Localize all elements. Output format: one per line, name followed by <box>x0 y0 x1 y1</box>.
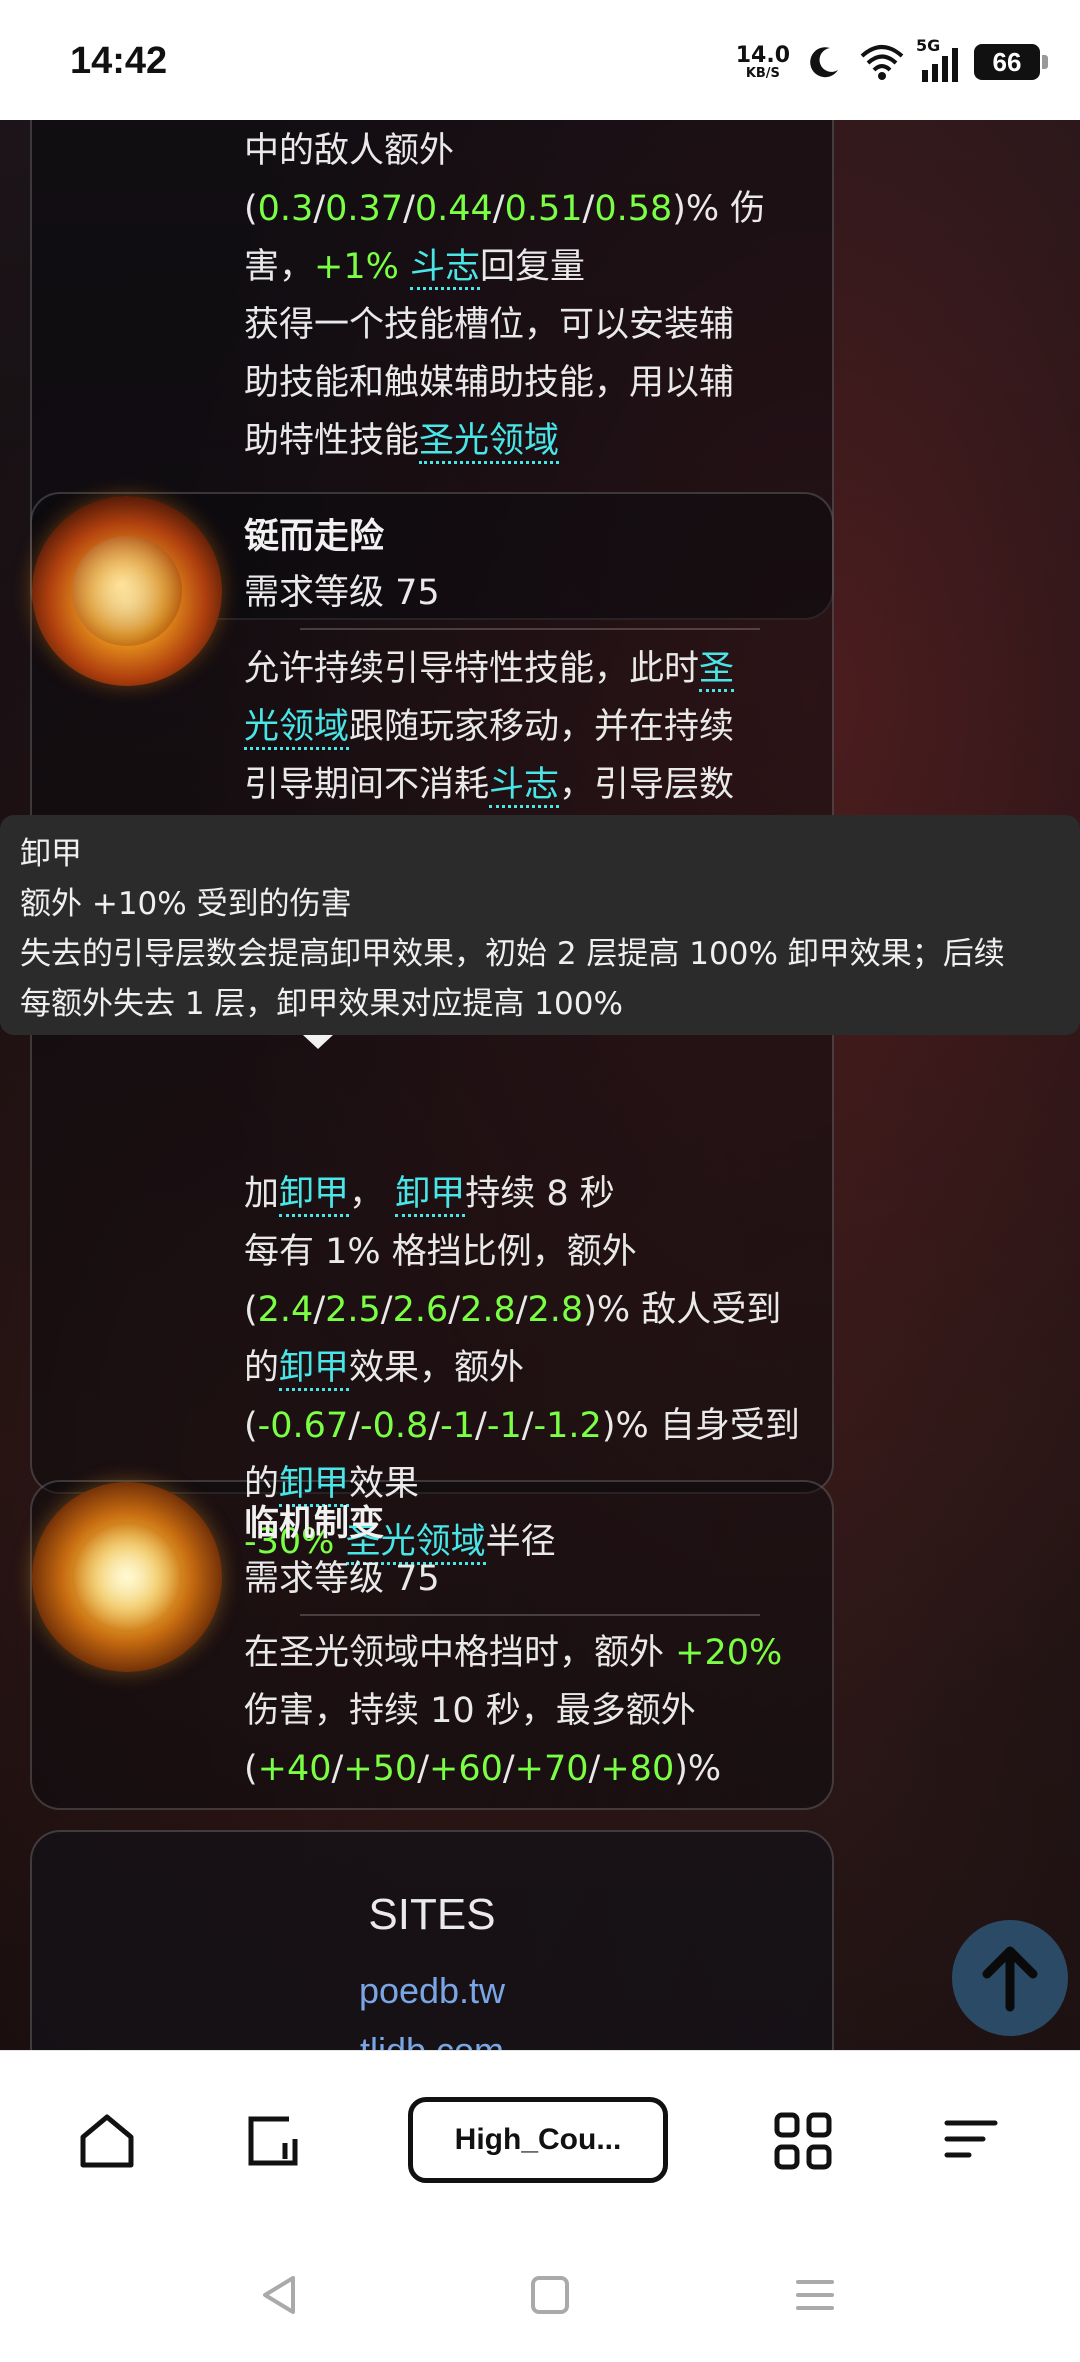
desc-line: (+40/+50/+60/+70/+80)% <box>244 1749 722 1789</box>
desc-line: (2.4/2.5/2.6/2.8/2.8)% 敌人受到 <box>244 1290 782 1330</box>
system-nav-bar <box>0 2230 1080 2362</box>
tooltip-line: 失去的引导层数会提高卸甲效果，初始 2 层提高 100% 卸甲效果；后续 <box>20 936 1005 972</box>
desc-line: 的卸甲效果，额外 <box>244 1339 800 1397</box>
menu-icon <box>944 2120 998 2158</box>
tooltip-arrow <box>303 1035 333 1049</box>
skill-icon-desperate <box>32 496 222 686</box>
skill-name: 临机制变 <box>244 1504 385 1544</box>
desc-line: 在圣光领域中格挡时，额外 +20% <box>244 1633 783 1673</box>
tooltip-armor-break: 卸甲 额外 +10% 受到的伤害 失去的引导层数会提高卸甲效果，初始 2 层提高… <box>0 815 1080 1049</box>
signal-5g: 5G <box>916 36 960 82</box>
link-armor-break[interactable]: 卸甲 <box>279 1348 350 1391</box>
skill-requirement: 需求等级 75 <box>244 1559 440 1599</box>
desc-line: 伤害，持续 10 秒，最多额外 <box>244 1691 696 1731</box>
site-link-poedb[interactable]: poedb.tw <box>0 1970 864 2012</box>
tooltip-title: 卸甲 <box>20 836 82 872</box>
tabs-count-button[interactable] <box>238 2106 308 2176</box>
home-button[interactable] <box>72 2106 142 2176</box>
desc-line: 害，+1% 斗志回复量 <box>244 238 765 296</box>
status-bar: 14:42 14.0 KB/S 5G 66 <box>0 0 1080 120</box>
site-link-tlidb[interactable]: tlidb.com <box>0 2030 864 2050</box>
desc-line: 引导期间不消耗斗志，引导层数 <box>244 756 734 814</box>
back-triangle-icon <box>263 2276 295 2314</box>
net-speed: 14.0 KB/S <box>735 42 790 81</box>
link-sacred-domain[interactable]: 光领域 <box>244 707 350 750</box>
battery-indicator: 66 <box>974 44 1048 80</box>
sites-card <box>30 1830 834 2050</box>
tooltip-line: 每额外失去 1 层，卸甲效果对应提高 100% <box>20 986 623 1022</box>
skill-2-desc: 在圣光领域中格挡时，额外 +20% 伤害，持续 10 秒，最多额外 (+40/+… <box>244 1624 782 1798</box>
tabs-icon <box>248 2116 298 2166</box>
home-icon <box>80 2114 134 2168</box>
link-morale[interactable]: 斗志 <box>410 247 481 290</box>
menu-button[interactable] <box>936 2106 1006 2176</box>
link-sacred-domain[interactable]: 圣 <box>699 649 735 692</box>
home-nav-button[interactable] <box>520 2265 580 2325</box>
status-icons: 14.0 KB/S 5G 66 <box>735 36 1048 84</box>
sites-title: SITES <box>368 1890 496 1939</box>
net-speed-unit: KB/S <box>745 65 780 81</box>
desc-line: 光领域跟随玩家移动，并在持续 <box>244 698 734 756</box>
wifi-icon <box>860 45 904 80</box>
skill-1-desc: 允许持续引导特性技能，此时圣 光领域跟随玩家移动，并在持续 引导期间不消耗斗志，… <box>244 640 734 814</box>
desc-line: 助技能和触媒辅助技能，用以辅 <box>244 363 735 403</box>
desc-line: 允许持续引导特性技能，此时圣 <box>244 640 735 698</box>
network-type: 5G <box>916 36 941 55</box>
desc-line: 每有 1% 格挡比例，额外 <box>244 1232 637 1272</box>
desc-line: 加卸甲， 卸甲持续 8 秒 <box>244 1165 800 1223</box>
skill-icon-adapt <box>32 1482 222 1672</box>
skill-top-desc: 中的敌人额外 (0.3/0.37/0.44/0.51/0.58)% 伤 害，+1… <box>244 122 765 470</box>
divider <box>300 1614 760 1616</box>
desc-line: 中的敌人额外 <box>244 131 455 171</box>
apps-button[interactable] <box>768 2106 838 2176</box>
square-icon <box>531 2276 569 2314</box>
recents-icon <box>796 2280 834 2310</box>
link-armor-break[interactable]: 卸甲 <box>395 1174 466 1217</box>
current-tab-button[interactable]: High_Cou... <box>408 2097 668 2183</box>
link-sacred-domain[interactable]: 圣光领域 <box>419 421 560 464</box>
grid-icon <box>774 2112 832 2170</box>
desc-line: (-0.67/-0.8/-1/-1/-1.2)% 自身受到 <box>244 1406 800 1446</box>
link-armor-break[interactable]: 卸甲 <box>279 1174 350 1217</box>
link-morale[interactable]: 斗志 <box>489 765 560 808</box>
moon-icon <box>810 47 838 78</box>
desc-line: 获得一个技能槽位，可以安装辅 <box>244 305 735 345</box>
recents-button[interactable] <box>785 2265 845 2325</box>
back-button[interactable] <box>250 2265 310 2325</box>
net-speed-value: 14.0 <box>735 42 790 68</box>
scroll-to-top-button[interactable] <box>952 1920 1068 2036</box>
status-time: 14:42 <box>70 40 168 82</box>
divider <box>300 628 760 630</box>
browser-toolbar: High_Cou... <box>0 2050 1080 2230</box>
desc-line: 助特性技能圣光领域 <box>244 412 765 470</box>
desc-line: (0.3/0.37/0.44/0.51/0.58)% 伤 <box>244 189 766 229</box>
skill-requirement: 需求等级 75 <box>244 573 440 613</box>
page-content[interactable]: 中的敌人额外 (0.3/0.37/0.44/0.51/0.58)% 伤 害，+1… <box>0 120 1080 2050</box>
tooltip-line: 额外 +10% 受到的伤害 <box>20 886 352 922</box>
arrow-up-icon <box>982 1946 1038 2012</box>
skill-name: 铤而走险 <box>244 517 385 557</box>
